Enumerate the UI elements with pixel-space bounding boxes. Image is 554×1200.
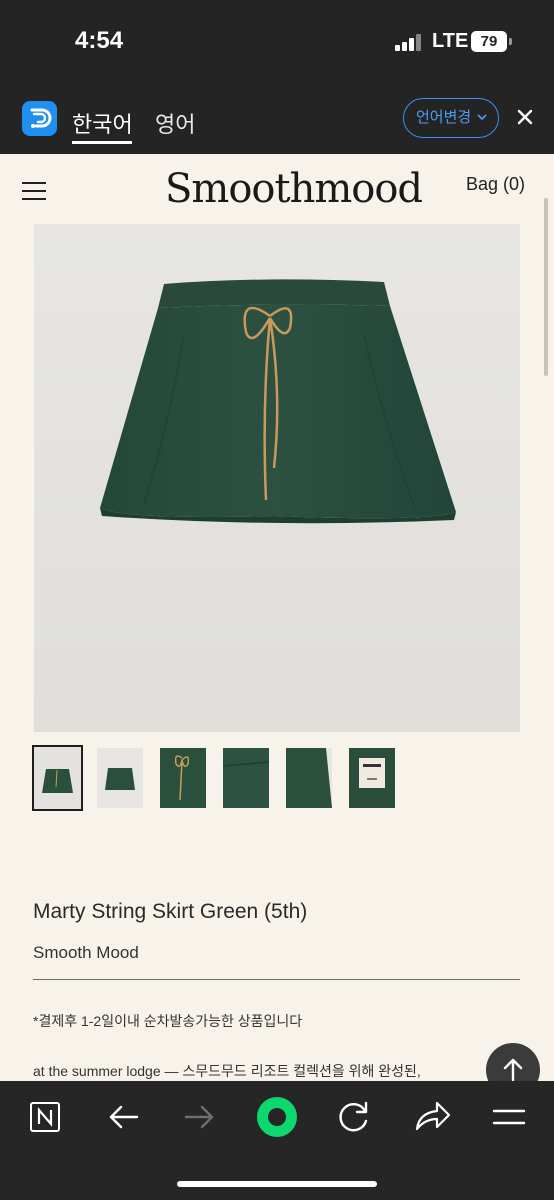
page-scrollbar[interactable] [544,198,548,376]
network-type: LTE [432,30,469,52]
status-bar: 4:54 LTE 79 [0,0,554,84]
battery-icon: 79 [471,31,507,52]
thumbnail-6[interactable] [349,748,395,808]
language-change-button[interactable]: 언어변경 [403,98,499,138]
share-icon[interactable] [401,1081,461,1153]
close-icon[interactable] [513,105,537,129]
menu-icon[interactable] [478,1081,538,1153]
product-main-image[interactable] [34,224,520,732]
thumbnail-5[interactable] [286,748,332,808]
product-title: Marty String Skirt Green (5th) [33,900,308,923]
tab-korean[interactable]: 한국어 [72,107,133,139]
refresh-icon[interactable] [324,1081,384,1153]
product-description: at the summer lodge — 스무드무드 리조트 컬렉션을 위해 … [33,1063,421,1079]
thumbnail-2[interactable] [97,748,143,808]
site-logo[interactable]: Smoothmood [165,166,423,212]
chevron-down-icon [476,99,488,150]
active-tab-underline [72,141,132,144]
n-icon[interactable] [15,1081,75,1153]
back-arrow-icon[interactable] [93,1081,153,1153]
home-indicator [177,1181,377,1187]
green-home-icon[interactable] [247,1081,307,1153]
shipping-notice: *결제후 1-2일이내 순차발송가능한 상품입니다 [33,1013,303,1029]
status-time: 4:54 [75,27,124,54]
tab-english[interactable]: 영어 [155,107,195,139]
thumbnail-1[interactable] [32,745,83,811]
language-change-label: 언어변경 [416,109,472,126]
translate-bar: 한국어 영어 언어변경 [0,84,554,154]
signal-icon [395,33,425,51]
divider [33,979,520,980]
battery-tip [509,38,512,45]
thumbnail-4[interactable] [223,748,269,808]
thumbnail-3[interactable] [160,748,206,808]
translate-app-icon [22,101,57,136]
bag-link[interactable]: Bag (0) [466,174,525,195]
hamburger-menu-icon[interactable] [22,182,46,200]
brand-name[interactable]: Smooth Mood [33,943,139,963]
forward-arrow-icon[interactable] [170,1081,230,1153]
site-header: Smoothmood Bag (0) [0,154,554,224]
